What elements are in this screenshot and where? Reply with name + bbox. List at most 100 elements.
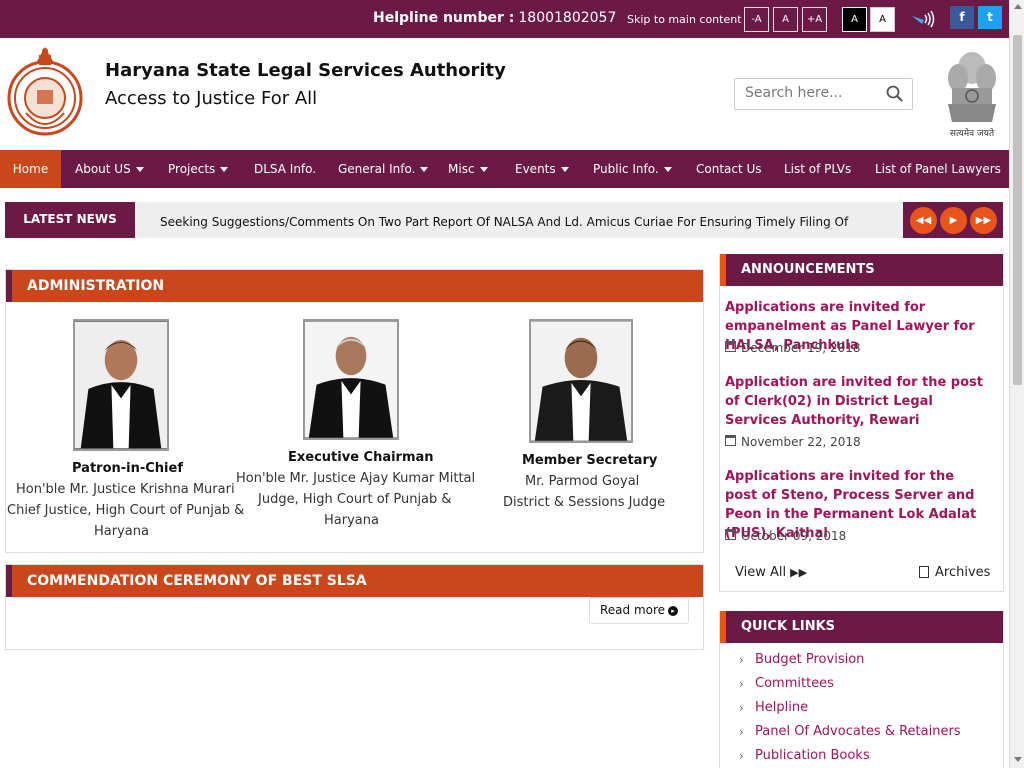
nav-list-of-panel-lawyers[interactable]: List of Panel Lawyers xyxy=(875,150,1001,188)
arrow-circle-icon: ▸ xyxy=(668,606,678,616)
chairman-title-cont: Haryana xyxy=(324,513,379,528)
nav-label: About US xyxy=(75,162,131,176)
nav-home[interactable]: Home xyxy=(0,150,61,188)
search-icon[interactable] xyxy=(886,85,904,103)
caret-down-icon xyxy=(663,167,672,172)
chairman-title: Judge, High Court of Punjab & xyxy=(258,492,452,507)
site-header: Haryana State Legal Services Authority A… xyxy=(0,38,1009,150)
announcement-date: December 19, 2018 xyxy=(741,341,861,355)
search-box xyxy=(734,78,913,110)
nav-label: Home xyxy=(12,162,49,176)
scroll-up-icon[interactable] xyxy=(1014,4,1022,9)
page: { "topbar": { "helpline_label": "Helplin… xyxy=(0,0,1024,768)
nav-label: List of PLVs xyxy=(784,162,852,176)
view-all-label: View All xyxy=(735,565,787,580)
archives-link[interactable]: Archives xyxy=(919,565,991,580)
quick-links-heading: QUICK LINKS xyxy=(720,611,1003,643)
person-icon xyxy=(305,321,397,438)
secretary-photo xyxy=(529,319,633,443)
quick-link-panel-of-advocates[interactable]: Panel Of Advocates & Retainers xyxy=(755,724,961,739)
patron-photo xyxy=(73,319,169,451)
font-decrease-button[interactable]: -A xyxy=(744,7,769,32)
font-normal-button[interactable]: A xyxy=(773,7,798,32)
person-icon xyxy=(531,321,631,441)
administration-heading: ADMINISTRATION xyxy=(6,270,703,302)
patron-name: Hon'ble Mr. Justice Krishna Murari xyxy=(16,482,235,497)
ashoka-emblem-icon xyxy=(948,52,996,122)
patron-role: Patron-in-Chief xyxy=(72,461,183,476)
main-nav: Home About US Projects DLSA Info. Genera… xyxy=(0,150,1009,188)
chairman-photo xyxy=(303,319,399,440)
news-item-link[interactable]: Seeking Suggestions/Comments On Two Part… xyxy=(160,212,885,236)
search-input[interactable] xyxy=(745,79,885,107)
nav-label: Contact Us xyxy=(696,162,762,176)
screen-reader-icon[interactable] xyxy=(910,10,938,28)
calendar-icon xyxy=(725,341,736,352)
calendar-icon xyxy=(725,529,736,540)
contrast-dark-button[interactable]: A xyxy=(842,7,867,32)
contrast-light-button[interactable]: A xyxy=(870,7,895,32)
nav-list-of-plvs[interactable]: List of PLVs xyxy=(784,150,851,188)
secretary-name: Mr. Parmod Goyal xyxy=(525,474,640,489)
quick-link-committees[interactable]: Committees xyxy=(755,676,834,691)
chevron-right-icon: › xyxy=(739,749,744,763)
nav-label: Public Info. xyxy=(593,162,659,176)
latest-news-ticker: LATEST NEWS Seeking Suggestions/Comments… xyxy=(5,202,1003,238)
chairman-name: Hon'ble Mr. Justice Ajay Kumar Mittal xyxy=(236,471,476,486)
scroll-thumb[interactable] xyxy=(1013,35,1022,385)
nav-label: Projects xyxy=(168,162,216,176)
nav-about-us[interactable]: About US xyxy=(75,150,144,188)
nav-public-info[interactable]: Public Info. xyxy=(593,150,672,188)
caret-down-icon xyxy=(420,167,429,172)
patron-title-cont: Haryana xyxy=(94,524,149,539)
chevron-right-icon: › xyxy=(739,653,744,667)
patron-title: Chief Justice, High Court of Punjab & xyxy=(7,503,245,518)
emblem-motto: सत्यमेव जयते xyxy=(949,129,995,139)
announcement-link[interactable]: Application are invited for the post of … xyxy=(725,373,990,430)
nav-contact-us[interactable]: Contact Us xyxy=(696,150,762,188)
read-more-button[interactable]: Read more ▸ xyxy=(589,597,689,624)
archives-label: Archives xyxy=(935,565,991,580)
helpline: Helpline number :18001802057 xyxy=(373,10,616,26)
nav-projects[interactable]: Projects xyxy=(168,150,229,188)
announcements-heading: ANNOUNCEMENTS xyxy=(720,254,1003,286)
nav-label: General Info. xyxy=(338,162,416,176)
rewind-icon[interactable]: ◀◀ xyxy=(910,207,937,234)
site-title: Haryana State Legal Services Authority xyxy=(105,60,506,81)
chevron-right-icon: › xyxy=(739,725,744,739)
scroll-down-icon[interactable] xyxy=(1014,757,1022,762)
double-chevron-right-icon: ▶▶ xyxy=(790,566,808,579)
caret-down-icon xyxy=(220,167,229,172)
helpline-label: Helpline number : xyxy=(373,10,515,26)
play-icon[interactable]: ▶ xyxy=(940,207,967,234)
caret-down-icon xyxy=(135,167,144,172)
quick-link-budget-provision[interactable]: Budget Provision xyxy=(755,652,864,667)
quick-link-helpline[interactable]: Helpline xyxy=(755,700,808,715)
fast-forward-icon[interactable]: ▶▶ xyxy=(970,207,997,234)
nav-general-info[interactable]: General Info. xyxy=(338,150,429,188)
secretary-title: District & Sessions Judge xyxy=(503,495,666,510)
nav-misc[interactable]: Misc xyxy=(448,150,488,188)
helpline-number: 18001802057 xyxy=(518,10,617,26)
nav-label: Events xyxy=(515,162,556,176)
announcement-date: October 09, 2018 xyxy=(741,529,847,543)
chevron-right-icon: › xyxy=(739,701,744,715)
commendation-heading: COMMENDATION CEREMONY OF BEST SLSA xyxy=(6,565,703,597)
quick-link-publication-books[interactable]: Publication Books xyxy=(755,748,870,763)
news-controls: ◀◀ ▶ ▶▶ xyxy=(903,202,1003,238)
nav-events[interactable]: Events xyxy=(515,150,569,188)
latest-news-label: LATEST NEWS xyxy=(5,202,135,238)
font-increase-button[interactable]: +A xyxy=(802,7,827,32)
twitter-icon[interactable]: t xyxy=(978,6,1002,29)
document-icon xyxy=(919,566,929,578)
page-scrollbar[interactable] xyxy=(1009,0,1024,768)
read-more-label: Read more xyxy=(600,603,666,617)
haryana-logo-icon[interactable] xyxy=(6,43,84,138)
caret-down-icon xyxy=(560,167,569,172)
nav-label: DLSA Info. xyxy=(254,162,317,176)
nav-label: List of Panel Lawyers xyxy=(875,162,1001,176)
nav-dlsa-info[interactable]: DLSA Info. xyxy=(254,150,316,188)
view-all-link[interactable]: View All ▶▶ xyxy=(735,565,807,580)
facebook-icon[interactable]: f xyxy=(950,6,974,29)
skip-to-content-link[interactable]: Skip to main content xyxy=(627,13,742,26)
